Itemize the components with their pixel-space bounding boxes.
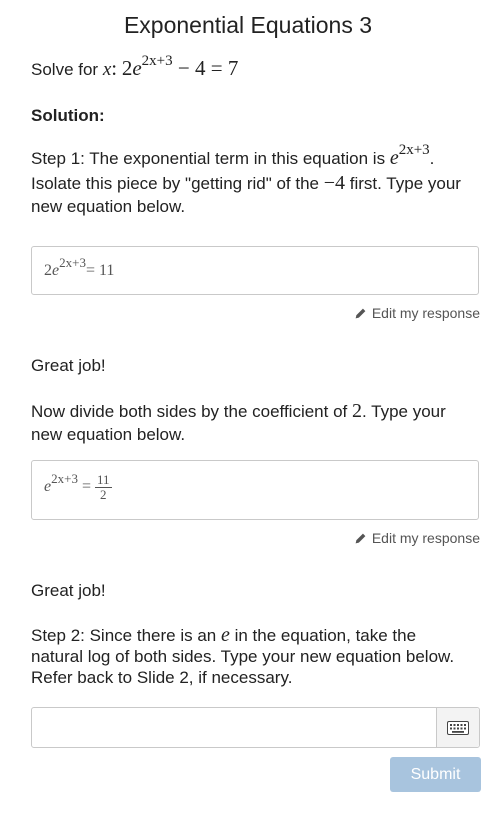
solution-heading: Solution: — [31, 106, 105, 125]
step1-text-a: Step 1: The exponential term in this equ… — [31, 149, 386, 168]
math-input[interactable] — [32, 708, 436, 747]
step1-term-base: e — [389, 147, 399, 169]
edit-response-label: Edit my response — [371, 530, 480, 546]
step1-term-exp: 2x+3 — [398, 142, 430, 158]
answer2-denominator: 2 — [100, 487, 107, 502]
step1-term-value: −4 — [323, 172, 346, 194]
problem-base: e — [132, 56, 142, 80]
answer2-math: e2x+3 = 11 2 — [44, 471, 112, 502]
edit-response-link-2[interactable]: Edit my response — [354, 530, 480, 546]
step2-instructions: Step 2: Since there is an e in the equat… — [31, 625, 471, 688]
pencil-icon — [355, 533, 366, 543]
answer1-box: 2e2x+3= 11 — [31, 246, 479, 295]
step2-text-a: Step 2: Since there is an — [31, 626, 217, 645]
problem-prefix: Solve for — [31, 60, 99, 79]
step1b-coef: 2 — [352, 400, 362, 422]
step1-term: e2x+3 — [389, 142, 430, 169]
keyboard-button[interactable] — [436, 708, 479, 747]
feedback-2: Great job! — [31, 581, 106, 600]
problem-equation: 2e2x+3 − 4 = 7 — [121, 53, 239, 80]
problem-coef: 2 — [121, 56, 133, 80]
step1-instructions: Step 1: The exponential term in this equ… — [31, 142, 471, 218]
keyboard-icon — [447, 720, 469, 735]
answer2-fraction: 11 2 — [94, 472, 112, 502]
problem-rest: − 4 = 7 — [177, 56, 239, 80]
step1b-instructions: Now divide both sides by the coefficient… — [31, 400, 471, 446]
problem-statement: Solve for x: 2e2x+3 − 4 = 7 — [31, 53, 239, 81]
answer1-exp: 2x+3 — [59, 255, 86, 270]
page-title: Exponential Equations 3 — [123, 12, 373, 38]
pencil-icon — [355, 308, 366, 318]
problem-variable: x — [102, 59, 112, 80]
edit-response-link-1[interactable]: Edit my response — [354, 305, 480, 321]
answer2-box: e2x+3 = 11 2 — [31, 460, 479, 520]
math-input-container — [31, 707, 480, 748]
answer2-eq: = — [81, 478, 91, 496]
step1b-text-a: Now divide both sides by the coefficient… — [31, 402, 348, 421]
submit-button[interactable]: Submit — [390, 757, 481, 792]
problem-exponent: 2x+3 — [141, 53, 173, 69]
answer1-math: 2e2x+3= 11 — [44, 255, 115, 280]
step2-e: e — [220, 624, 230, 646]
answer2-numerator: 11 — [94, 472, 112, 488]
problem-colon: : — [111, 56, 118, 80]
answer1-rhs: = 11 — [85, 262, 115, 279]
feedback-1: Great job! — [31, 356, 106, 375]
answer2-exp: 2x+3 — [51, 471, 78, 487]
edit-response-label: Edit my response — [371, 305, 480, 321]
answer1-coef: 2 — [44, 262, 52, 279]
